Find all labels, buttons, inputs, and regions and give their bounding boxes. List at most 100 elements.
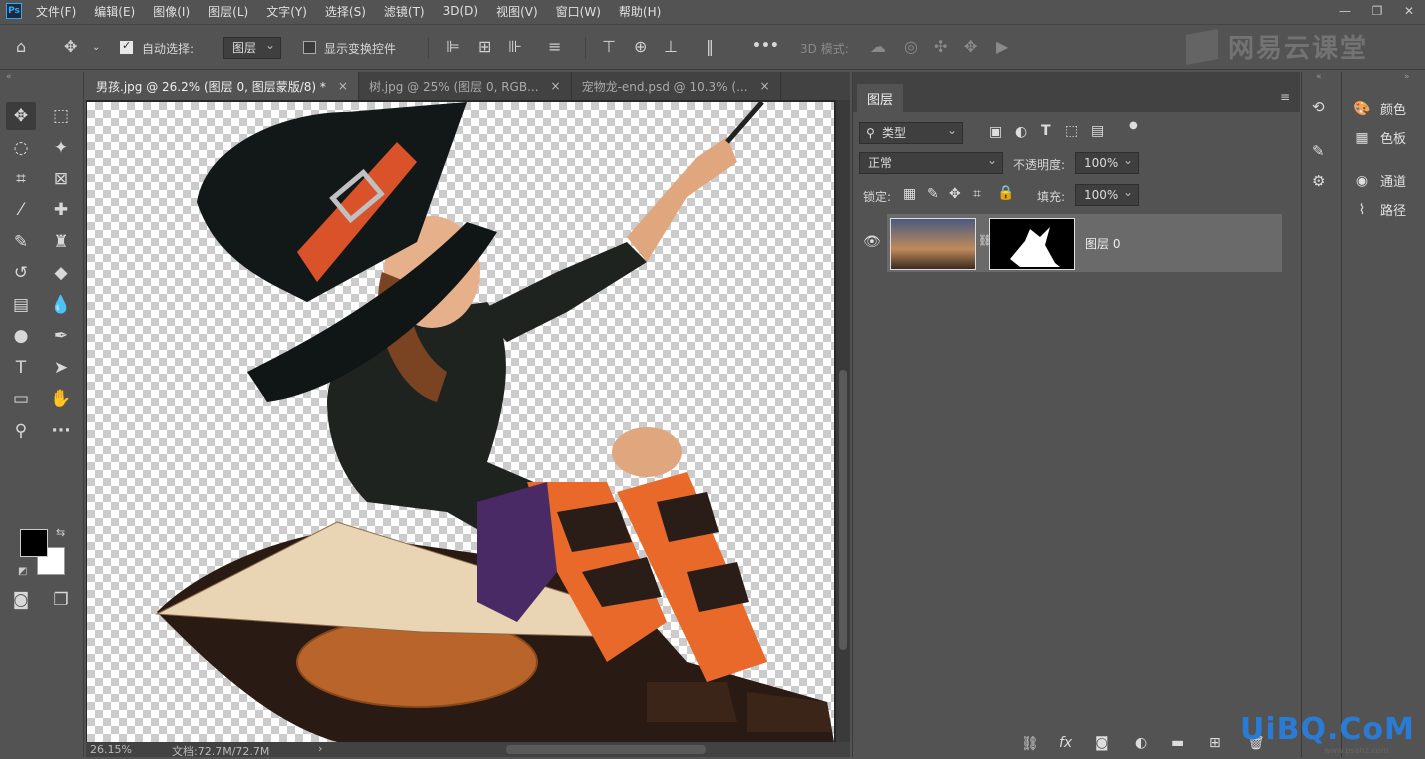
show-transform-checkbox[interactable] [303, 41, 316, 54]
collapse-icon[interactable]: « [6, 72, 12, 82]
lock-all-icon[interactable]: 🔒 [997, 185, 1014, 201]
frame-tool-icon[interactable]: ⊠ [46, 165, 76, 193]
vertical-scrollbar[interactable] [836, 100, 850, 742]
history-icon[interactable]: ⟲ [1312, 98, 1325, 116]
align-middle-icon[interactable]: ⊕ [634, 37, 647, 56]
quick-mask-icon[interactable]: ◙ [6, 586, 36, 614]
menu-help[interactable]: 帮助(H) [619, 3, 661, 20]
3d-scale-icon[interactable]: ▶ [996, 37, 1008, 56]
3d-roll-icon[interactable]: ◎ [904, 37, 918, 56]
status-arrow-icon[interactable]: › [318, 742, 322, 755]
zoom-tool-icon[interactable]: ⚲ [6, 417, 36, 445]
dodge-tool-icon[interactable]: ● [6, 322, 36, 350]
tab-document-1[interactable]: 男孩.jpg @ 26.2% (图层 0, 图层蒙版/8) * × [86, 72, 359, 100]
filter-adjustment-icon[interactable]: ◐ [1015, 124, 1027, 140]
lock-position-icon[interactable]: ✥ [949, 186, 961, 202]
zoom-level[interactable]: 26.15% [90, 743, 132, 756]
panel-paths[interactable]: ⌇ 路径 [1352, 200, 1406, 220]
blur-tool-icon[interactable]: 💧 [46, 291, 76, 319]
3d-pan-icon[interactable]: ✣ [934, 37, 947, 56]
more-options-icon[interactable]: ••• [752, 38, 779, 54]
align-center-icon[interactable]: ⊞ [478, 37, 491, 56]
auto-select-target-dropdown[interactable]: 图层 [223, 35, 281, 59]
magic-wand-tool-icon[interactable]: ✦ [46, 134, 76, 162]
menu-file[interactable]: 文件(F) [36, 3, 76, 20]
eraser-tool-icon[interactable]: ◆ [46, 259, 76, 287]
filter-shape-icon[interactable]: ⬚ [1065, 123, 1078, 139]
close-tab-icon[interactable]: × [551, 79, 561, 93]
fx-icon[interactable]: fx [1059, 735, 1072, 751]
gradient-tool-icon[interactable]: ▤ [6, 291, 36, 319]
align-right-icon[interactable]: ⊪ [508, 37, 522, 56]
eyedropper-tool-icon[interactable]: ⁄ [6, 196, 36, 224]
home-icon[interactable]: ⌂ [16, 37, 26, 56]
3d-slide-icon[interactable]: ✥ [964, 37, 977, 56]
blend-mode-dropdown[interactable]: 正常 [859, 150, 1003, 174]
layer-mask-thumbnail[interactable] [989, 218, 1075, 270]
filter-type-dropdown[interactable]: ⚲ 类型 [859, 120, 963, 144]
add-mask-icon[interactable]: ◙ [1095, 735, 1109, 751]
new-layer-icon[interactable]: ⊞ [1209, 735, 1221, 751]
brush-tool-icon[interactable]: ✎ [6, 228, 36, 256]
crop-tool-icon[interactable]: ⌗ [6, 165, 36, 193]
minimize-icon[interactable]: — [1329, 0, 1361, 22]
brush-settings-icon[interactable]: ✎ [1312, 142, 1325, 160]
type-tool-icon[interactable]: T [6, 354, 36, 382]
align-bottom-icon[interactable]: ⊥ [664, 37, 678, 56]
align-top-icon[interactable]: ⊤ [602, 37, 616, 56]
foreground-color-swatch[interactable] [20, 529, 48, 557]
swap-colors-icon[interactable]: ⇆ [56, 526, 65, 539]
move-tool-icon[interactable]: ✥ [6, 102, 36, 130]
distribute-vertical-icon[interactable]: ≡ [548, 37, 561, 56]
rectangle-tool-icon[interactable]: ▭ [6, 385, 36, 413]
close-icon[interactable]: ✕ [1393, 0, 1425, 22]
3d-orbit-icon[interactable]: ☁ [870, 37, 886, 56]
menu-select[interactable]: 选择(S) [325, 3, 366, 20]
close-tab-icon[interactable]: × [338, 79, 348, 93]
close-tab-icon[interactable]: × [760, 79, 770, 93]
lasso-tool-icon[interactable]: ◌ [6, 134, 36, 162]
more-tools-icon[interactable]: ··· [46, 417, 76, 445]
filter-type-icon[interactable]: T [1041, 123, 1051, 139]
layer-row[interactable]: ⛓ 图层 0 [887, 214, 1282, 272]
horizontal-scrollbar-thumb[interactable] [506, 745, 706, 754]
layer-name[interactable]: 图层 0 [1085, 235, 1120, 252]
marquee-tool-icon[interactable]: ⬚ [46, 102, 76, 130]
lock-artboard-icon[interactable]: ⌗ [973, 186, 981, 202]
align-left-icon[interactable]: ⊫ [446, 37, 460, 56]
filter-smart-object-icon[interactable]: ▤ [1091, 123, 1104, 139]
filter-pixel-icon[interactable]: ▣ [989, 124, 1002, 140]
clone-stamp-tool-icon[interactable]: ♜ [46, 228, 76, 256]
menu-view[interactable]: 视图(V) [496, 3, 538, 20]
auto-select-checkbox[interactable] [120, 39, 133, 54]
hand-tool-icon[interactable]: ✋ [46, 385, 76, 413]
link-layers-icon[interactable]: ⛓ [1021, 736, 1039, 752]
menu-type[interactable]: 文字(Y) [266, 3, 307, 20]
menu-window[interactable]: 窗口(W) [556, 3, 601, 20]
chevron-down-icon[interactable]: ⌄ [92, 42, 100, 53]
default-colors-icon[interactable]: ◩ [18, 566, 27, 577]
path-selection-tool-icon[interactable]: ➤ [46, 354, 76, 382]
restore-icon[interactable]: ❐ [1361, 0, 1393, 22]
panel-color[interactable]: 🎨 颜色 [1352, 99, 1406, 119]
scrollbar-thumb[interactable] [839, 370, 847, 650]
canvas-area[interactable] [86, 100, 850, 742]
menu-edit[interactable]: 编辑(E) [94, 3, 135, 20]
adjustments-icon[interactable]: ⚙ [1312, 172, 1325, 190]
collapse-icon[interactable]: » [1404, 72, 1410, 82]
menu-layer[interactable]: 图层(L) [208, 3, 248, 20]
fill-field[interactable]: 100% [1075, 182, 1139, 206]
menu-image[interactable]: 图像(I) [153, 3, 190, 20]
tab-document-3[interactable]: 宠物龙-end.psd @ 10.3% (... × [572, 72, 781, 100]
panel-menu-icon[interactable]: ≡ [1280, 90, 1290, 104]
collapse-icon[interactable]: « [1316, 72, 1322, 82]
distribute-horizontal-icon[interactable]: ‖ [706, 37, 714, 56]
filter-toggle-icon[interactable]: ● [1129, 120, 1138, 131]
adjustment-layer-icon[interactable]: ◐ [1135, 735, 1147, 751]
lock-transparent-icon[interactable]: ▦ [903, 186, 916, 202]
new-group-icon[interactable]: ▬ [1171, 735, 1184, 751]
screen-mode-icon[interactable]: ❐ [46, 586, 76, 614]
move-tool-preset-icon[interactable]: ✥ [64, 37, 77, 56]
menu-filter[interactable]: 滤镜(T) [384, 3, 425, 20]
panel-channels[interactable]: ◉ 通道 [1352, 171, 1406, 191]
